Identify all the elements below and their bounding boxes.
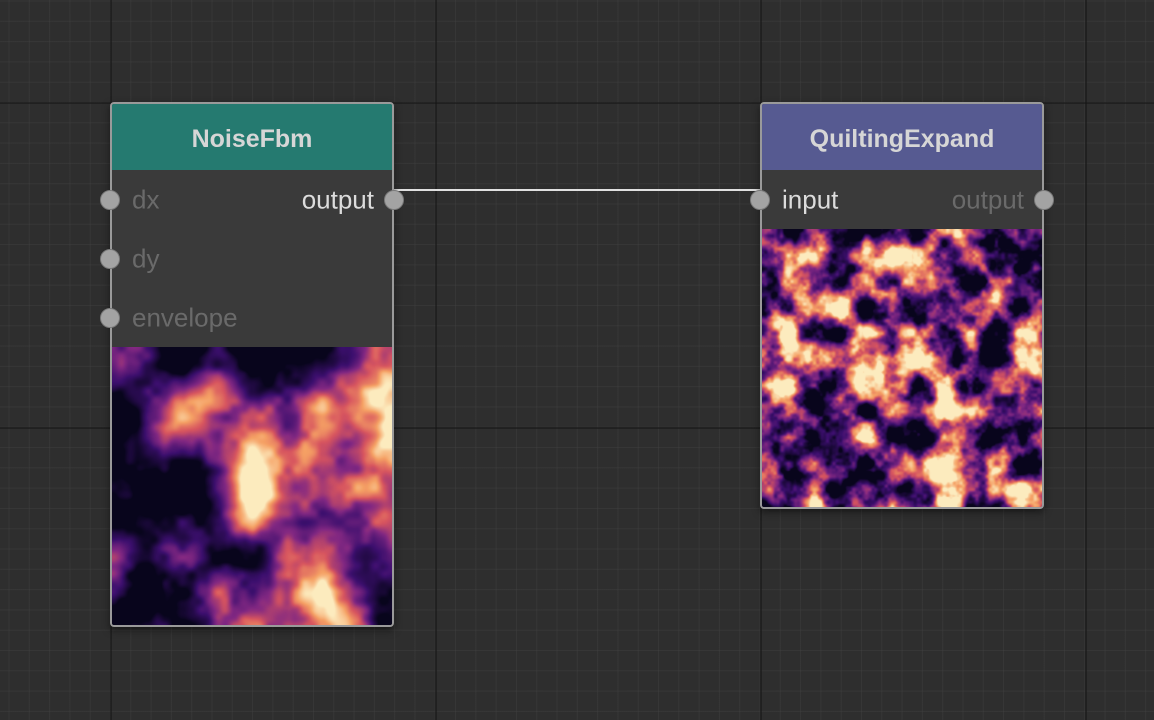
input-label-dx: dx: [132, 184, 160, 214]
input-port-dx[interactable]: [100, 189, 120, 210]
input-port-input[interactable]: [750, 189, 770, 210]
preview-image-quilted-noise: [762, 229, 1042, 507]
node-title[interactable]: NoiseFbm: [112, 104, 392, 170]
output-port[interactable]: [384, 189, 404, 210]
input-label-input: input: [782, 184, 839, 214]
port-row-envelope: envelope: [100, 288, 392, 347]
port-row-input: input output: [750, 170, 1054, 229]
output-label: output: [951, 184, 1024, 214]
input-port-dy[interactable]: [100, 248, 120, 269]
port-row-dx: dx output: [100, 170, 404, 229]
input-label-dy: dy: [132, 243, 160, 273]
input-label-envelope: envelope: [132, 302, 238, 332]
node-quiltingexpand[interactable]: QuiltingExpand input output: [750, 102, 1054, 509]
input-port-envelope[interactable]: [100, 307, 120, 328]
output-label: output: [301, 184, 374, 214]
node-noisefbm[interactable]: NoiseFbm dx output dy envelope: [100, 102, 404, 627]
preview-image-fbm-noise: [112, 347, 392, 625]
node-title[interactable]: QuiltingExpand: [762, 104, 1042, 170]
output-port[interactable]: [1034, 189, 1054, 210]
node-graph-canvas[interactable]: NoiseFbm dx output dy envelope QuiltingE…: [0, 0, 1154, 720]
port-row-dy: dy: [100, 229, 392, 288]
